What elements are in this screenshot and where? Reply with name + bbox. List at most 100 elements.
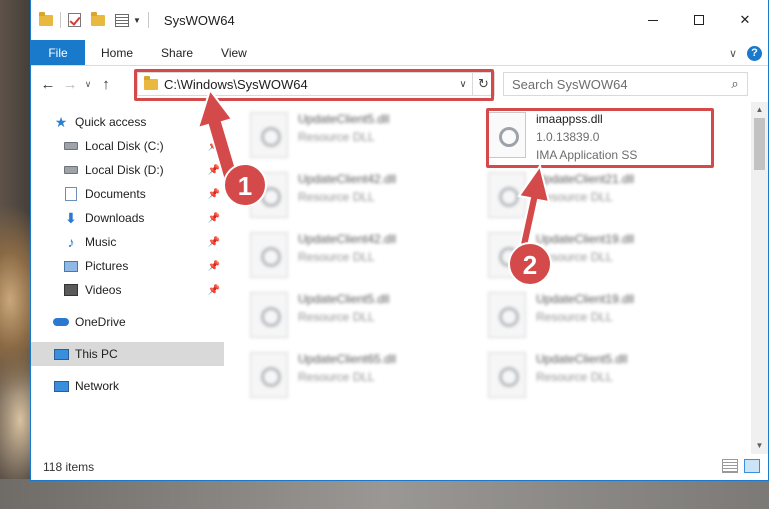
- large-icons-view-icon[interactable]: [744, 459, 760, 473]
- minimize-icon: [648, 19, 658, 21]
- dll-file-icon: [488, 352, 526, 398]
- list-item[interactable]: UpdateClient42.dll Resource DLL: [250, 170, 470, 226]
- address-path[interactable]: C:\Windows\SysWOW64: [164, 77, 454, 92]
- chevron-down-icon[interactable]: ▼: [133, 16, 141, 25]
- sidebar-item-label: Downloads: [85, 211, 145, 225]
- up-arrow-icon[interactable]: ↑: [95, 76, 117, 93]
- videos-icon: [64, 284, 78, 296]
- dll-file-icon: [250, 352, 288, 398]
- list-item[interactable]: UpdateClient21.dll Resource DLL: [488, 170, 708, 226]
- window-title: SysWOW64: [163, 12, 235, 28]
- sidebar-item-music[interactable]: ♪ Music 📌: [31, 230, 224, 254]
- ribbon-tabs: File Home Share View ∨ ?: [31, 40, 768, 66]
- sidebar-item-local-disk-d[interactable]: Local Disk (D:) 📌: [31, 158, 224, 182]
- tab-file[interactable]: File: [31, 40, 85, 65]
- dll-file-icon: [250, 112, 288, 158]
- sidebar-item-label: Videos: [85, 283, 122, 297]
- sidebar-item-this-pc[interactable]: This PC: [31, 342, 224, 366]
- drive-icon: [64, 166, 78, 174]
- new-folder-icon[interactable]: [91, 11, 105, 26]
- desktop-background-bottom: [0, 479, 769, 509]
- expand-ribbon-icon[interactable]: ∨: [729, 47, 737, 60]
- refresh-icon[interactable]: ↻: [472, 73, 494, 95]
- forward-arrow-icon[interactable]: →: [59, 76, 81, 93]
- list-item[interactable]: UpdateClient19.dll Resource DLL: [488, 230, 708, 286]
- sidebar-item-label: Documents: [85, 187, 146, 201]
- pin-icon: 📌: [207, 260, 220, 272]
- customize-icon[interactable]: [115, 13, 129, 27]
- address-row: ← → ∨ ↑ C:\Windows\SysWOW64 ∨ ↻ ⌕: [31, 66, 768, 102]
- cloud-icon: [53, 318, 69, 326]
- pin-icon: 📌: [207, 164, 220, 176]
- main-area: ★ Quick access Local Disk (C:) 📌 Local D…: [31, 102, 768, 454]
- dll-file-icon: [488, 112, 526, 158]
- back-arrow-icon[interactable]: ←: [37, 76, 59, 93]
- sidebar-item-local-disk-c[interactable]: Local Disk (C:) 📌: [31, 134, 224, 158]
- list-item[interactable]: UpdateClient65.dll Resource DLL: [250, 350, 470, 406]
- sidebar-item-label: Network: [75, 379, 120, 393]
- folder-icon: [39, 11, 53, 26]
- dll-file-icon: [488, 232, 526, 278]
- pin-icon: 📌: [207, 212, 220, 224]
- close-button[interactable]: ✕: [722, 0, 768, 40]
- help-icon[interactable]: ?: [747, 45, 762, 61]
- dll-file-icon: [250, 292, 288, 338]
- dll-file-icon: [488, 292, 526, 338]
- file-list: UpdateClient5.dll Resource DLL UpdateCli…: [224, 102, 768, 454]
- pin-icon: 📌: [207, 284, 220, 296]
- properties-check-icon[interactable]: [68, 13, 81, 27]
- dll-file-icon: [488, 172, 526, 218]
- address-bar[interactable]: C:\Windows\SysWOW64 ∨ ↻: [137, 72, 495, 96]
- dll-file-icon: [250, 172, 288, 218]
- recent-locations-icon[interactable]: ∨: [81, 79, 95, 90]
- tab-home[interactable]: Home: [85, 40, 147, 65]
- list-item[interactable]: UpdateClient5.dll Resource DLL: [250, 290, 470, 346]
- sidebar-item-documents[interactable]: Documents 📌: [31, 182, 224, 206]
- sidebar-item-onedrive[interactable]: OneDrive: [31, 310, 224, 334]
- list-item[interactable]: UpdateClient19.dll Resource DLL: [488, 290, 708, 346]
- scroll-down-icon[interactable]: ▼: [751, 438, 768, 454]
- file-explorer-window: ▼ SysWOW64 ✕ File Home Share View ∨ ? ← …: [30, 0, 769, 481]
- music-icon: ♪: [67, 234, 75, 250]
- status-bar: 118 items: [31, 454, 768, 480]
- vertical-scrollbar[interactable]: ▲ ▼: [751, 102, 768, 454]
- list-item[interactable]: UpdateClient5.dll Resource DLL: [488, 350, 708, 406]
- pin-icon: 📌: [207, 236, 220, 248]
- sidebar-item-label: This PC: [75, 347, 118, 361]
- sidebar-item-downloads[interactable]: ⬇ Downloads 📌: [31, 206, 224, 230]
- list-item[interactable]: UpdateClient5.dll Resource DLL: [250, 110, 470, 166]
- sidebar-item-label: Pictures: [85, 259, 129, 273]
- search-box[interactable]: ⌕: [503, 72, 748, 96]
- chevron-down-icon[interactable]: ∨: [454, 79, 472, 90]
- sidebar-item-label: OneDrive: [75, 315, 126, 329]
- minimize-button[interactable]: [630, 0, 676, 40]
- folder-icon: [144, 75, 158, 90]
- title-bar: ▼ SysWOW64 ✕: [31, 0, 768, 40]
- item-count: 118 items: [43, 460, 95, 474]
- documents-icon: [65, 187, 77, 201]
- sidebar-item-videos[interactable]: Videos 📌: [31, 278, 224, 302]
- list-item[interactable]: UpdateClient42.dll Resource DLL: [250, 230, 470, 286]
- search-input[interactable]: [512, 76, 723, 92]
- sidebar-item-label: Local Disk (C:): [85, 139, 164, 153]
- pin-icon: 📌: [207, 140, 220, 152]
- sidebar-item-label: Quick access: [75, 115, 147, 129]
- maximize-button[interactable]: [676, 0, 722, 40]
- scrollbar-thumb[interactable]: [754, 118, 765, 170]
- file-description: IMA Application SS: [536, 148, 638, 162]
- network-icon: [53, 380, 69, 392]
- scroll-up-icon[interactable]: ▲: [751, 102, 768, 118]
- window-controls: ✕: [630, 0, 768, 40]
- sidebar-item-quick-access[interactable]: ★ Quick access: [31, 110, 224, 134]
- sidebar-item-label: Music: [85, 235, 117, 249]
- tab-share[interactable]: Share: [147, 40, 207, 65]
- search-icon[interactable]: ⌕: [723, 76, 747, 92]
- details-view-icon[interactable]: [722, 459, 738, 473]
- highlighted-file-item[interactable]: imaappss.dll 1.0.13839.0 IMA Application…: [488, 110, 708, 170]
- maximize-icon: [694, 15, 704, 25]
- sidebar-item-pictures[interactable]: Pictures 📌: [31, 254, 224, 278]
- download-icon: ⬇: [65, 209, 77, 226]
- tab-view[interactable]: View: [207, 40, 261, 65]
- file-name: imaappss.dll: [536, 112, 603, 126]
- sidebar-item-network[interactable]: Network: [31, 374, 224, 398]
